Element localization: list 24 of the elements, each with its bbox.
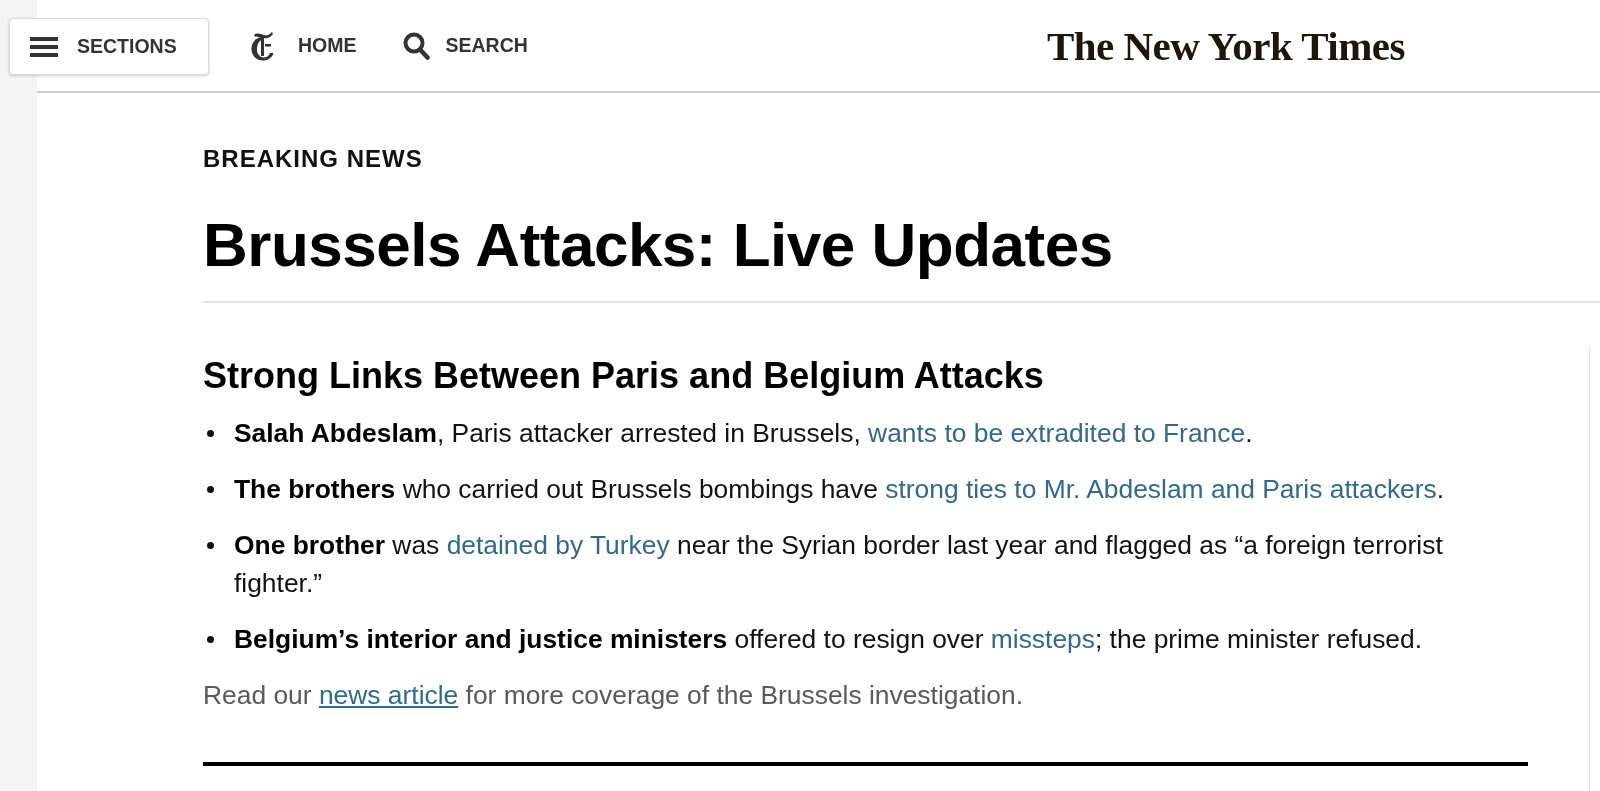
footnote-text: Read our news article for more coverage of the Brussels investigation. xyxy=(203,679,1024,712)
search-icon xyxy=(402,31,430,60)
bullet-text: One brother was detained by Turkey near the Syrian border last year and flagged as “a foreign terrorist fighter.” xyxy=(234,529,1444,600)
site-logo[interactable]: The New York Times xyxy=(1046,21,1405,70)
bullet-text: The brothers who carried out Brussels bombings have strong ties to Mr. Abdeslam and Paris attackers. xyxy=(234,473,1445,506)
kicker-label: BREAKING NEWS xyxy=(203,145,424,173)
section-heading: Strong Links Between Paris and Belgium Attacks xyxy=(203,355,1045,397)
logo-icon xyxy=(250,30,274,61)
home-link[interactable]: HOME xyxy=(250,30,357,61)
bullet-icon xyxy=(207,636,214,643)
headline: Brussels Attacks: Live Updates xyxy=(203,209,1114,281)
search-button[interactable]: SEARCH xyxy=(402,31,528,60)
bullet-text: Salah Abdeslam, Paris attacker arrested in Brussels, wants to be extradited to France. xyxy=(234,417,1253,450)
article-link[interactable]: detained by Turkey xyxy=(446,530,670,560)
menu-icon xyxy=(30,36,58,57)
bullet-text: Belgium’s interior and justice ministers offered to resign over missteps; the prime minister refused. xyxy=(234,623,1423,656)
bullet-icon xyxy=(207,542,214,549)
article-link[interactable]: strong ties to Mr. Abdeslam and Paris attackers xyxy=(885,474,1437,504)
article-link[interactable]: wants to be extradited to France xyxy=(868,418,1246,448)
bullet-icon xyxy=(207,486,214,493)
article-link[interactable]: news article xyxy=(318,680,459,710)
article-link[interactable]: missteps xyxy=(990,624,1095,654)
bullet-icon xyxy=(207,430,214,437)
sections-button[interactable]: SECTIONS xyxy=(9,18,209,75)
